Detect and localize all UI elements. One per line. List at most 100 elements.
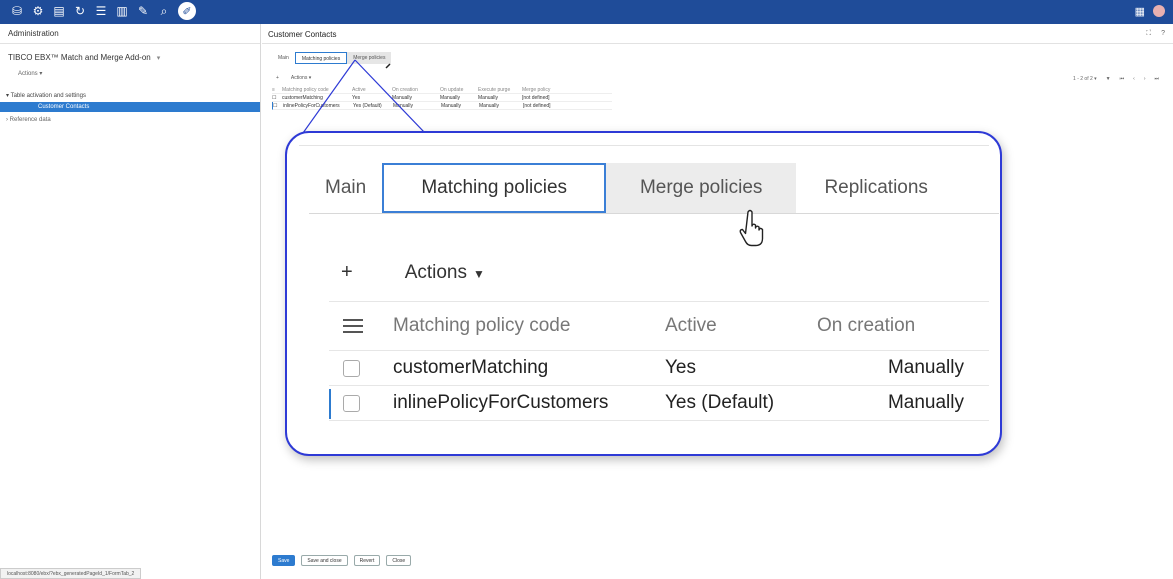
cell-execute-purge: Manually: [478, 95, 499, 101]
pencil-icon[interactable]: ✐: [178, 2, 196, 20]
list-icon[interactable]: ☰: [94, 4, 108, 18]
column-header[interactable]: Matching policy code: [280, 86, 352, 93]
wrench-icon[interactable]: ✎: [136, 4, 150, 18]
top-toolbar: ⛁ ⚙ ▤ ↻ ☰ ▥ ✎ ⌕ ✐ ▦: [0, 0, 1173, 24]
form-footer: Save Save and close Revert Close: [272, 555, 412, 566]
first-page-icon[interactable]: ⏮: [1120, 76, 1125, 82]
column-header[interactable]: Execute purge: [478, 86, 522, 93]
toolbar-icons: ⛁ ⚙ ▤ ↻ ☰ ▥ ✎ ⌕ ✐: [10, 2, 196, 20]
tree-item-customer-contacts[interactable]: Customer Contacts: [0, 102, 260, 112]
column-header[interactable]: On update: [440, 86, 478, 93]
checkbox[interactable]: [343, 359, 360, 377]
document-icon[interactable]: ▤: [52, 4, 66, 18]
cell-on-creation: Manually: [887, 357, 964, 378]
search-icon[interactable]: ⌕: [157, 4, 171, 18]
cell-merge-policy: [not defined]: [523, 103, 551, 109]
row-checkbox[interactable]: [343, 351, 369, 385]
tree-item-table-activation[interactable]: ▾ Table activation and settings: [6, 92, 86, 99]
column-menu[interactable]: [343, 302, 369, 350]
grid-icon[interactable]: ▦: [1135, 5, 1145, 18]
column-header[interactable]: Active: [665, 302, 717, 350]
refresh-icon[interactable]: ↻: [73, 4, 87, 18]
tab-main[interactable]: Main: [309, 163, 382, 213]
column-header[interactable]: Matching policy code: [393, 302, 570, 350]
pagination: 1 - 2 of 2 ▾ ▼ ⏮ ‹ › ⏭: [1073, 76, 1159, 82]
actions-label: Actions: [404, 261, 467, 283]
status-url: localhost:8080/ebx/?ebx_generatedPageId_…: [0, 568, 142, 579]
column-header[interactable]: Active: [352, 86, 392, 93]
form-tabs: Main Matching policies Merge policies: [272, 52, 392, 64]
save-and-close-button[interactable]: Save and close: [301, 555, 348, 566]
hand-pointer-icon: [739, 209, 764, 247]
zoomed-tabs: Main Matching policies Merge policies Re…: [309, 163, 956, 213]
cell-merge-policy: [not defined]: [522, 95, 550, 101]
revert-button[interactable]: Revert: [353, 555, 381, 566]
save-button[interactable]: Save: [272, 555, 296, 566]
row-checkbox[interactable]: ☐: [272, 94, 280, 101]
tab-merge-policies[interactable]: Merge policies: [347, 52, 392, 64]
add-icon[interactable]: +: [341, 261, 353, 284]
book-icon[interactable]: ▥: [115, 4, 129, 18]
add-icon[interactable]: +: [276, 75, 279, 81]
column-header[interactable]: On creation: [392, 86, 440, 93]
cell-code: customerMatching: [393, 357, 549, 378]
column-header[interactable]: On creation: [817, 302, 964, 350]
page-header: Customer Contacts ⛶ ?: [262, 24, 1173, 44]
table-header-row: Matching policy code Active On creation: [329, 301, 989, 351]
settings-icon[interactable]: ⚙: [31, 4, 45, 18]
actions-menu[interactable]: Actions ▾: [291, 75, 311, 81]
policies-table: ≡ Matching policy code Active On creatio…: [272, 86, 612, 110]
cell-code: inlinePolicyForCustomers: [393, 392, 609, 413]
tab-matching-policies[interactable]: Matching policies: [294, 52, 348, 64]
column-header[interactable]: Merge policy: [522, 86, 582, 93]
menu-icon: [343, 319, 363, 333]
table-row[interactable]: customerMatching Yes Manually: [329, 351, 989, 386]
module-selector[interactable]: TIBCO EBX™ Match and Merge Add-on ▾: [8, 53, 160, 62]
database-icon[interactable]: ⛁: [10, 4, 24, 18]
page-range[interactable]: 1 - 2 of 2 ▾: [1073, 76, 1097, 82]
zoomed-actions-bar: + Actions ▼: [341, 261, 485, 284]
fullscreen-icon[interactable]: ⛶: [1146, 30, 1151, 38]
zoomed-form: Main Matching policies Merge policies Re…: [299, 145, 999, 441]
table-row[interactable]: ☐ inlinePolicyForCustomers Yes (Default)…: [272, 102, 612, 110]
module-title: TIBCO EBX™ Match and Merge Add-on: [8, 53, 151, 62]
close-button[interactable]: Close: [386, 555, 412, 566]
filter-icon[interactable]: ▼: [1106, 76, 1111, 82]
tab-replications[interactable]: Replications: [796, 163, 956, 213]
cell-active: Yes: [665, 357, 696, 378]
prev-page-icon[interactable]: ‹: [1133, 76, 1135, 82]
tree-item-label: Reference data: [9, 117, 51, 123]
tabs-divider: [309, 213, 999, 214]
actions-menu[interactable]: Actions ▼: [405, 262, 485, 284]
nav-header: Administration: [0, 24, 260, 44]
page-title: Customer Contacts: [268, 30, 337, 39]
tree-item-reference-data[interactable]: › Reference data: [6, 117, 51, 123]
caret-down-icon: ▼: [473, 266, 485, 281]
tab-matching-policies[interactable]: Matching policies: [382, 163, 607, 213]
menu-icon[interactable]: ≡: [272, 86, 280, 93]
row-checkbox[interactable]: ☐: [273, 102, 281, 109]
nav-actions-menu[interactable]: Actions ▾: [18, 70, 42, 77]
tree-item-label: Table activation and settings: [10, 93, 86, 99]
help-icon[interactable]: ?: [1161, 30, 1165, 38]
cell-execute-purge: Manually: [479, 103, 500, 109]
last-page-icon[interactable]: ⏭: [1154, 76, 1159, 82]
table-row[interactable]: inlinePolicyForCustomers Yes (Default) M…: [329, 386, 989, 421]
tab-main[interactable]: Main: [272, 52, 295, 64]
table-row[interactable]: ☐ customerMatching Yes Manually Manually…: [272, 94, 612, 102]
toolbar-right: ▦: [1135, 5, 1165, 18]
next-page-icon[interactable]: ›: [1144, 76, 1146, 82]
zoom-callout: Main Matching policies Merge policies Re…: [285, 131, 1002, 456]
user-icon[interactable]: [1153, 5, 1165, 17]
left-navigation: Administration TIBCO EBX™ Match and Merg…: [0, 24, 261, 579]
cell-active: Yes (Default): [665, 392, 775, 413]
zoomed-policies-table: Matching policy code Active On creation …: [329, 301, 989, 421]
checkbox[interactable]: [343, 394, 360, 412]
row-checkbox[interactable]: [343, 386, 369, 420]
cell-on-update: Manually: [441, 103, 462, 109]
tab-merge-policies[interactable]: Merge policies: [606, 163, 797, 213]
cell-active: Yes: [352, 95, 361, 101]
chevron-down-icon: ▾: [156, 55, 161, 62]
table-header-row: ≡ Matching policy code Active On creatio…: [272, 86, 612, 94]
table-actions: + Actions ▾: [276, 75, 311, 81]
